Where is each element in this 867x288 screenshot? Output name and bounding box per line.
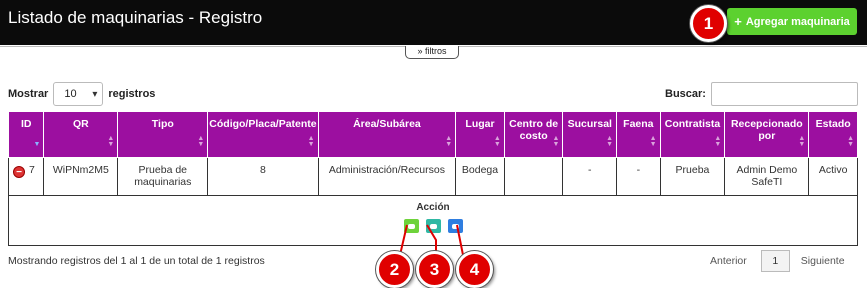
machinery-table: ID ▼ QR ▲ ▼ Tipo ▲ ▼ Código/Placa/Patente ▲ ▼ Á… bbox=[7, 111, 858, 246]
plus-icon: + bbox=[734, 14, 742, 29]
sort-icon: ▲ ▼ bbox=[847, 135, 854, 148]
callout-badge-4: 4 bbox=[456, 251, 493, 288]
table-header-row: ID ▼ QR ▲ ▼ Tipo ▲ ▼ Código/Placa/Patente ▲ ▼ Á… bbox=[7, 111, 858, 158]
cell-tipo: Prueba de maquinarias bbox=[117, 157, 209, 196]
cell-centro bbox=[503, 157, 564, 196]
cell-faena: - bbox=[616, 157, 661, 196]
child-row-cell: Acción bbox=[8, 195, 858, 246]
column-header-tipo[interactable]: Tipo ▲ ▼ bbox=[117, 111, 209, 158]
column-header-contratista[interactable]: Contratista ▲ ▼ bbox=[659, 111, 726, 158]
column-header-qr[interactable]: QR ▲ ▼ bbox=[43, 111, 119, 158]
top-bar: Listado de maquinarias - Registro + Agre… bbox=[0, 0, 867, 45]
page-length-value: 10 bbox=[64, 88, 77, 100]
sort-icon: ▲ ▼ bbox=[197, 135, 205, 148]
image-icon bbox=[429, 223, 437, 229]
length-control: Mostrar 10 ▾ registros bbox=[8, 82, 155, 106]
column-header-codigo[interactable]: Código/Placa/Patente ▲ ▼ bbox=[207, 111, 319, 158]
callout-badge-3: 3 bbox=[416, 251, 453, 288]
table-info: Mostrando registros del 1 al 1 de un tot… bbox=[8, 255, 265, 267]
cell-contratista: Prueba bbox=[659, 157, 726, 196]
column-header-id[interactable]: ID ▼ bbox=[7, 111, 45, 158]
sort-icon: ▲ ▼ bbox=[798, 135, 806, 148]
chevron-down-icon: ▾ bbox=[92, 88, 98, 100]
sort-icon: ▼ bbox=[33, 141, 41, 148]
column-header-lugar[interactable]: Lugar ▲ ▼ bbox=[455, 111, 505, 158]
action-buttons bbox=[9, 219, 857, 233]
add-machinery-button[interactable]: + Agregar maquinaria bbox=[727, 8, 857, 35]
sort-icon: ▲ ▼ bbox=[445, 135, 453, 148]
sort-icon: ▲ ▼ bbox=[307, 135, 315, 148]
page-title: Listado de maquinarias - Registro bbox=[8, 8, 263, 27]
search-label: Buscar: bbox=[665, 88, 706, 100]
collapse-row-icon[interactable]: − bbox=[13, 166, 25, 178]
column-header-estado[interactable]: Estado ▲ ▼ bbox=[808, 111, 858, 158]
sort-icon: ▲ ▼ bbox=[649, 135, 657, 148]
column-header-faena[interactable]: Faena ▲ ▼ bbox=[616, 111, 661, 158]
view-button[interactable] bbox=[403, 219, 419, 233]
cell-id: −7 bbox=[7, 157, 45, 196]
cell-sucursal: - bbox=[562, 157, 618, 196]
filters-toggle[interactable]: » filtros bbox=[405, 46, 459, 59]
search-control: Buscar: bbox=[665, 82, 858, 106]
sort-icon: ▲ ▼ bbox=[493, 135, 501, 148]
column-header-recepcionado[interactable]: Recepcionado por ▲ ▼ bbox=[724, 111, 810, 158]
length-prefix: Mostrar bbox=[8, 88, 49, 100]
cell-lugar: Bodega bbox=[455, 157, 505, 196]
document-button[interactable] bbox=[447, 219, 463, 233]
column-header-centro[interactable]: Centro de costo ▲ ▼ bbox=[503, 111, 564, 158]
sort-icon: ▲ ▼ bbox=[107, 135, 115, 148]
cell-codigo: 8 bbox=[207, 157, 319, 196]
pagination: Anterior 1 Siguiente bbox=[700, 250, 845, 272]
sort-icon: ▲ ▼ bbox=[714, 135, 722, 148]
callout-badge-2: 2 bbox=[376, 251, 413, 288]
child-row: Acción bbox=[8, 195, 858, 246]
previous-page-link[interactable]: Anterior bbox=[710, 255, 747, 267]
sort-icon: ▲ ▼ bbox=[552, 135, 560, 148]
cell-estado: Activo bbox=[808, 157, 858, 196]
next-page-link[interactable]: Siguiente bbox=[801, 255, 845, 267]
sort-icon: ▲ ▼ bbox=[606, 135, 614, 148]
image-button[interactable] bbox=[425, 219, 441, 233]
column-header-sucursal[interactable]: Sucursal ▲ ▼ bbox=[562, 111, 618, 158]
page-1-button[interactable]: 1 bbox=[760, 250, 790, 272]
add-machinery-label: Agregar maquinaria bbox=[745, 15, 850, 28]
action-label: Acción bbox=[416, 202, 450, 213]
search-input[interactable] bbox=[710, 82, 858, 106]
cell-area: Administración/Recursos bbox=[317, 157, 457, 196]
document-icon bbox=[451, 223, 459, 229]
length-suffix: registros bbox=[108, 88, 156, 100]
eye-icon bbox=[407, 223, 415, 229]
table-row: −7 WiPNm2M5 Prueba de maquinarias 8 Admi… bbox=[7, 157, 858, 196]
cell-recepcionado: Admin Demo SafeTI bbox=[724, 157, 810, 196]
column-header-area[interactable]: Área/Subárea ▲ ▼ bbox=[317, 111, 457, 158]
cell-qr: WiPNm2M5 bbox=[43, 157, 119, 196]
page-length-select[interactable]: 10 ▾ bbox=[53, 82, 104, 106]
callout-badge-1: 1 bbox=[690, 5, 727, 42]
